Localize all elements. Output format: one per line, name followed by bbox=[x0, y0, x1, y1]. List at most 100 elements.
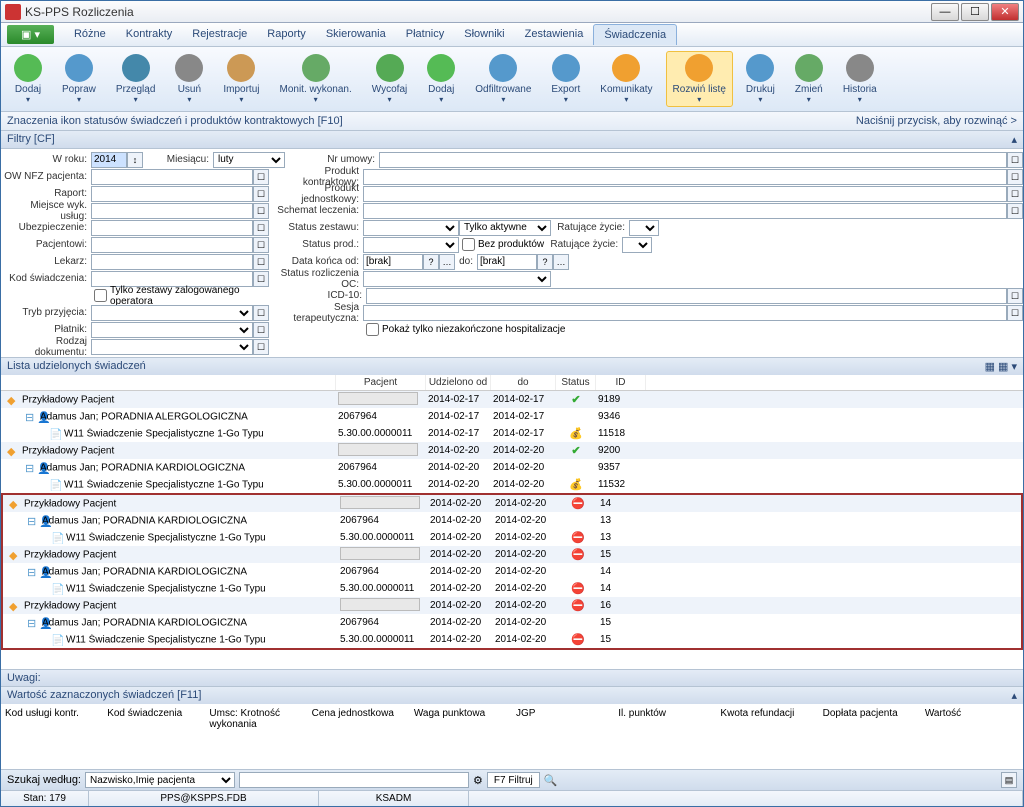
tool-zmień[interactable]: Zmień▾ bbox=[788, 51, 830, 107]
raport-input[interactable] bbox=[91, 186, 253, 202]
datado-input[interactable] bbox=[477, 254, 537, 270]
tool-popraw[interactable]: Popraw▾ bbox=[55, 51, 103, 107]
ownfz-input[interactable] bbox=[91, 169, 253, 185]
ownfz-clear[interactable]: ☐ bbox=[253, 169, 269, 185]
prodjedn-input[interactable] bbox=[363, 186, 1007, 202]
menu-świadczenia[interactable]: Świadczenia bbox=[593, 24, 677, 45]
icd10-clear[interactable]: ☐ bbox=[1007, 288, 1023, 304]
trybprz-clear[interactable]: ☐ bbox=[253, 305, 269, 321]
tool-drukuj[interactable]: Drukuj▾ bbox=[739, 51, 782, 107]
datado-help[interactable]: ? bbox=[537, 254, 553, 270]
menu-różne[interactable]: Różne bbox=[64, 24, 116, 45]
search-extra-button[interactable]: ▤ bbox=[1001, 772, 1017, 788]
search-mode-select[interactable]: Nazwisko,Imię pacjenta bbox=[85, 772, 235, 788]
menu-kontrakty[interactable]: Kontrakty bbox=[116, 24, 182, 45]
list-grid[interactable]: ◆Przykładowy Pacjent2014-02-172014-02-17… bbox=[1, 391, 1023, 669]
dataod-pick[interactable]: … bbox=[439, 254, 455, 270]
list-row[interactable]: 📄W11 Świadczenie Specjalistyczne 1-Go Ty… bbox=[3, 580, 1021, 597]
list-row[interactable]: 📄W11 Świadczenie Specjalistyczne 1-Go Ty… bbox=[1, 476, 1023, 493]
platnik-clear[interactable]: ☐ bbox=[253, 322, 269, 338]
list-row[interactable]: 📄W11 Świadczenie Specjalistyczne 1-Go Ty… bbox=[1, 425, 1023, 442]
gear-icon[interactable]: ⚙ bbox=[473, 774, 483, 787]
miejsce-clear[interactable]: ☐ bbox=[253, 203, 269, 219]
menu-raporty[interactable]: Raporty bbox=[257, 24, 316, 45]
schemat-input[interactable] bbox=[363, 203, 1007, 219]
tool-rozwiń-listę[interactable]: Rozwiń listę▾ bbox=[666, 51, 733, 107]
tool-dodaj[interactable]: Dodaj▾ bbox=[7, 51, 49, 107]
list-row[interactable]: ◆Przykładowy Pacjent2014-02-202014-02-20… bbox=[3, 546, 1021, 563]
dataod-help[interactable]: ? bbox=[423, 254, 439, 270]
list-row[interactable]: ◆Przykładowy Pacjent2014-02-202014-02-20… bbox=[3, 495, 1021, 512]
ubezp-input[interactable] bbox=[91, 220, 253, 236]
value-collapse[interactable]: ▴ bbox=[1011, 689, 1017, 702]
sesjater-clear[interactable]: ☐ bbox=[1007, 305, 1023, 321]
platnik-select[interactable] bbox=[91, 322, 253, 338]
list-row[interactable]: ◆Przykładowy Pacjent2014-02-202014-02-20… bbox=[3, 597, 1021, 614]
nrumowy-clear[interactable]: ☐ bbox=[1007, 152, 1023, 168]
trybprz-select[interactable] bbox=[91, 305, 253, 321]
close-button[interactable]: ✕ bbox=[991, 3, 1019, 21]
tool-wycofaj[interactable]: Wycofaj▾ bbox=[365, 51, 414, 107]
schemat-clear[interactable]: ☐ bbox=[1007, 203, 1023, 219]
statrozl-select[interactable] bbox=[363, 271, 551, 287]
tool-dodaj[interactable]: Dodaj▾ bbox=[420, 51, 462, 107]
rodzajdok-clear[interactable]: ☐ bbox=[253, 339, 269, 355]
tylkozest-check[interactable] bbox=[94, 289, 107, 302]
tool-monit-wykonan-[interactable]: Monit. wykonan.▾ bbox=[273, 51, 359, 107]
tool-usuń[interactable]: Usuń▾ bbox=[168, 51, 210, 107]
ubezp-clear[interactable]: ☐ bbox=[253, 220, 269, 236]
list-row[interactable]: ◆Przykładowy Pacjent2014-02-202014-02-20… bbox=[1, 442, 1023, 459]
collapse-icon[interactable]: ▴ bbox=[1011, 133, 1017, 146]
prodjedn-clear[interactable]: ☐ bbox=[1007, 186, 1023, 202]
prodkontr-clear[interactable]: ☐ bbox=[1007, 169, 1023, 185]
ratujace2-select[interactable] bbox=[622, 237, 652, 253]
filters-header[interactable]: Filtry [CF]▴ bbox=[1, 131, 1023, 149]
menu-płatnicy[interactable]: Płatnicy bbox=[396, 24, 455, 45]
pokazhosp-check[interactable] bbox=[366, 323, 379, 336]
prodkontr-input[interactable] bbox=[363, 169, 1007, 185]
menu-słowniki[interactable]: Słowniki bbox=[454, 24, 514, 45]
datado-pick[interactable]: … bbox=[553, 254, 569, 270]
raport-clear[interactable]: ☐ bbox=[253, 186, 269, 202]
menu-rejestracje[interactable]: Rejestracje bbox=[182, 24, 257, 45]
tylkoakt-select[interactable]: Tylko aktywne bbox=[459, 220, 551, 236]
file-menu-button[interactable]: ▣ ▾ bbox=[7, 25, 54, 44]
ratujace-select[interactable] bbox=[629, 220, 659, 236]
menu-skierowania[interactable]: Skierowania bbox=[316, 24, 396, 45]
tool-importuj[interactable]: Importuj▾ bbox=[216, 51, 266, 107]
binoculars-icon[interactable]: 🔍 bbox=[544, 774, 558, 787]
list-row[interactable]: ⊟ 👤Adamus Jan; PORADNIA KARDIOLOGICZNA20… bbox=[1, 459, 1023, 476]
year-stepper[interactable]: ↕ bbox=[127, 152, 143, 168]
list-row[interactable]: ⊟ 👤Adamus Jan; PORADNIA KARDIOLOGICZNA20… bbox=[3, 512, 1021, 529]
lekarz-input[interactable] bbox=[91, 254, 253, 270]
sesjater-input[interactable] bbox=[363, 305, 1007, 321]
list-view-buttons[interactable]: ▦ ▦ ▾ bbox=[985, 360, 1017, 373]
minimize-button[interactable]: — bbox=[931, 3, 959, 21]
list-row[interactable]: ⊟ 👤Adamus Jan; PORADNIA KARDIOLOGICZNA20… bbox=[3, 563, 1021, 580]
menu-zestawienia[interactable]: Zestawienia bbox=[515, 24, 594, 45]
rodzajdok-select[interactable] bbox=[91, 339, 253, 355]
list-row[interactable]: 📄W11 Świadczenie Specjalistyczne 1-Go Ty… bbox=[3, 631, 1021, 648]
list-row[interactable]: ◆Przykładowy Pacjent2014-02-172014-02-17… bbox=[1, 391, 1023, 408]
maximize-button[interactable]: ☐ bbox=[961, 3, 989, 21]
tool-historia[interactable]: Historia▾ bbox=[836, 51, 884, 107]
lekarz-clear[interactable]: ☐ bbox=[253, 254, 269, 270]
list-row[interactable]: ⊟ 👤Adamus Jan; PORADNIA KARDIOLOGICZNA20… bbox=[3, 614, 1021, 631]
nrumowy-input[interactable] bbox=[379, 152, 1007, 168]
statzest-select[interactable] bbox=[363, 220, 459, 236]
wroku-input[interactable] bbox=[91, 152, 127, 168]
pacjent-input[interactable] bbox=[91, 237, 253, 253]
icd10-input[interactable] bbox=[366, 288, 1007, 304]
tool-export[interactable]: Export▾ bbox=[544, 51, 587, 107]
tool-przegląd[interactable]: Przegląd▾ bbox=[109, 51, 162, 107]
search-input[interactable] bbox=[239, 772, 469, 788]
bezprod-check[interactable] bbox=[462, 238, 475, 251]
filter-button[interactable]: F7 Filtruj bbox=[487, 772, 540, 788]
pacjent-clear[interactable]: ☐ bbox=[253, 237, 269, 253]
tool-odfiltrowane[interactable]: Odfiltrowane▾ bbox=[468, 51, 538, 107]
tool-komunikaty[interactable]: Komunikaty▾ bbox=[593, 51, 659, 107]
list-row[interactable]: ⊟ 👤Adamus Jan; PORADNIA ALERGOLOGICZNA20… bbox=[1, 408, 1023, 425]
miejsce-input[interactable] bbox=[91, 203, 253, 219]
statprod-select[interactable] bbox=[363, 237, 459, 253]
info-right[interactable]: Naciśnij przycisk, aby rozwinąć > bbox=[856, 115, 1017, 127]
